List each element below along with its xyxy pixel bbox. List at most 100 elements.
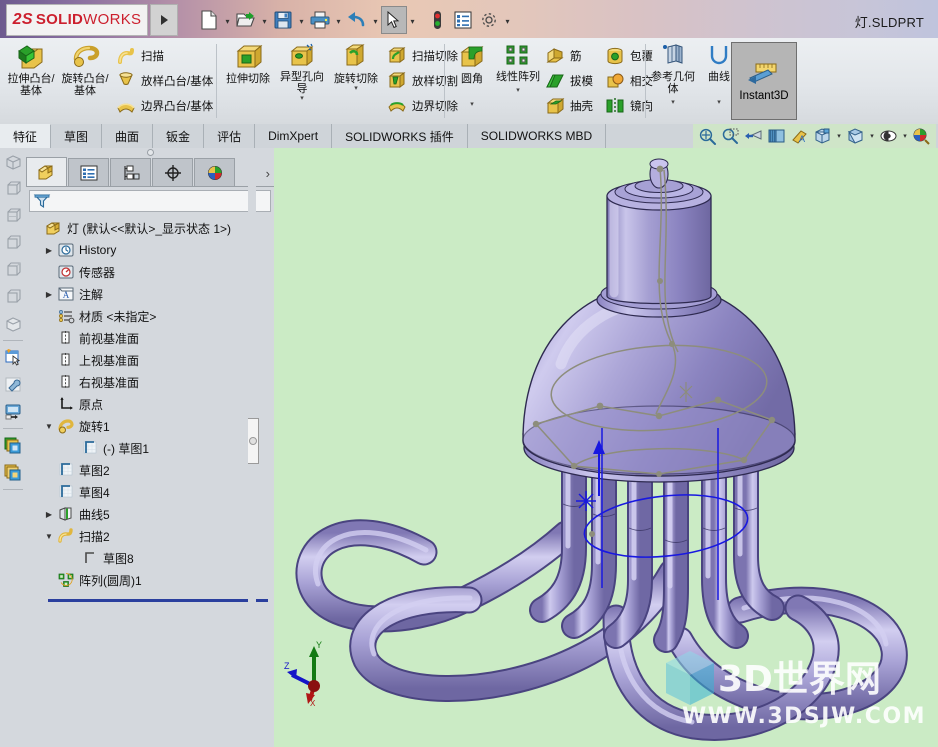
fillet-button[interactable]: 圆角 ▾ bbox=[449, 41, 495, 119]
rail-display-state-6[interactable] bbox=[0, 283, 26, 310]
select-tool-button[interactable] bbox=[381, 6, 407, 34]
tab-sheetmetal[interactable]: 钣金 bbox=[153, 124, 205, 148]
save-document-button[interactable] bbox=[270, 6, 296, 34]
display-style-button[interactable] bbox=[811, 125, 834, 147]
rail-tools-wrench[interactable] bbox=[0, 371, 26, 398]
hole-wizard-dropdown[interactable]: ▾ bbox=[300, 95, 304, 102]
extrude-cut-button[interactable]: 拉伸切除 bbox=[221, 41, 275, 119]
manager-tabs-more-button[interactable]: › bbox=[266, 166, 270, 181]
display-manager-tab[interactable] bbox=[194, 158, 235, 186]
rollback-bar[interactable] bbox=[48, 599, 268, 602]
tree-item-sketch4[interactable]: 草图4 bbox=[30, 481, 274, 503]
expander-expanded[interactable]: ▼ bbox=[42, 532, 56, 541]
rail-display-state-3[interactable] bbox=[0, 202, 26, 229]
rib-button[interactable]: 筋 bbox=[541, 43, 597, 68]
hole-wizard-button[interactable]: 异型孔向导 ▾ bbox=[275, 41, 329, 119]
property-manager-tab[interactable] bbox=[68, 158, 109, 186]
tree-item-sketch2[interactable]: 草图2 bbox=[30, 459, 274, 481]
mirror-button[interactable]: 镜向 bbox=[601, 93, 657, 118]
new-document-button[interactable] bbox=[196, 6, 222, 34]
rail-new-selection[interactable] bbox=[0, 344, 26, 371]
rail-display-state-5[interactable] bbox=[0, 256, 26, 283]
print-document-button[interactable] bbox=[307, 6, 333, 34]
tree-item-top-plane[interactable]: 上视基准面 bbox=[30, 349, 274, 371]
panel-grip[interactable] bbox=[26, 148, 274, 156]
tree-item-sketch1[interactable]: (-) 草图1 bbox=[30, 437, 274, 459]
instant3d-button[interactable]: Instant3D bbox=[731, 42, 797, 120]
tree-item-part-root[interactable]: 灯 (默认<<默认>_显示状态 1>) bbox=[30, 217, 274, 239]
revolve-cut-button[interactable]: 旋转切除 ▾ bbox=[329, 41, 383, 119]
curves-dropdown[interactable]: ▾ bbox=[717, 99, 721, 106]
rail-tile-windows-1[interactable] bbox=[0, 432, 26, 459]
menu-expand-button[interactable] bbox=[150, 4, 178, 36]
sweep-button[interactable]: 扫描 bbox=[112, 43, 217, 68]
options-list-button[interactable] bbox=[450, 6, 476, 34]
linear-pattern-button[interactable]: 线性阵列 ▾ bbox=[495, 41, 541, 119]
reference-geometry-dropdown[interactable]: ▾ bbox=[671, 99, 675, 106]
reference-geometry-button[interactable]: 参考几何体 ▾ bbox=[650, 41, 696, 119]
save-document-caret[interactable]: ▾ bbox=[296, 6, 307, 34]
tree-item-sensors[interactable]: 传感器 bbox=[30, 261, 274, 283]
tab-sketch[interactable]: 草图 bbox=[51, 124, 103, 148]
print-document-caret[interactable]: ▾ bbox=[333, 6, 344, 34]
undo-caret[interactable]: ▾ bbox=[370, 6, 381, 34]
tab-sw-addins[interactable]: SOLIDWORKS 插件 bbox=[332, 124, 468, 148]
expander-collapsed[interactable]: ▶ bbox=[42, 290, 56, 299]
zoom-to-area-button[interactable] bbox=[719, 125, 742, 147]
tree-item-sweep2[interactable]: ▼ 扫描2 bbox=[30, 525, 274, 547]
expander-expanded[interactable]: ▼ bbox=[42, 422, 56, 431]
tree-item-material[interactable]: 材质 <未指定> bbox=[30, 305, 274, 327]
rail-tile-windows-2[interactable] bbox=[0, 459, 26, 486]
tab-sw-mbd[interactable]: SOLIDWORKS MBD bbox=[467, 124, 607, 148]
display-style-caret[interactable]: ▾ bbox=[834, 125, 844, 147]
feature-manager-tab[interactable] bbox=[26, 157, 67, 186]
panel-collapse-handle[interactable] bbox=[248, 418, 259, 464]
configuration-manager-tab[interactable] bbox=[110, 158, 151, 186]
view-settings-button[interactable] bbox=[844, 125, 867, 147]
dimxpert-manager-tab[interactable] bbox=[152, 158, 193, 186]
tree-filter-input[interactable] bbox=[54, 193, 270, 209]
tree-item-curve5[interactable]: ▶ 曲线5 bbox=[30, 503, 274, 525]
rebuild-button[interactable] bbox=[424, 6, 450, 34]
select-tool-caret[interactable]: ▾ bbox=[407, 6, 418, 34]
undo-button[interactable] bbox=[344, 6, 370, 34]
open-document-button[interactable] bbox=[233, 6, 259, 34]
wrap-button[interactable]: 包覆 bbox=[601, 43, 657, 68]
tree-item-front-plane[interactable]: 前视基准面 bbox=[30, 327, 274, 349]
tree-item-origin[interactable]: 原点 bbox=[30, 393, 274, 415]
view-settings-caret[interactable]: ▾ bbox=[867, 125, 877, 147]
view-orientation-button[interactable]: A bbox=[788, 125, 811, 147]
section-view-button[interactable] bbox=[765, 125, 788, 147]
extrude-boss-button[interactable]: 拉伸凸台/基体 bbox=[4, 41, 58, 119]
zoom-to-fit-button[interactable] bbox=[696, 125, 719, 147]
fillet-dropdown[interactable]: ▾ bbox=[470, 101, 474, 108]
tree-filter-bar[interactable] bbox=[29, 190, 271, 212]
tree-item-history[interactable]: ▶ History bbox=[30, 239, 274, 261]
hide-show-items-button[interactable] bbox=[877, 125, 900, 147]
tree-item-circular-pattern1[interactable]: 阵列(圆周)1 bbox=[30, 569, 274, 591]
revolve-cut-dropdown[interactable]: ▾ bbox=[354, 85, 358, 92]
rail-display-state-2[interactable] bbox=[0, 175, 26, 202]
revolve-boss-button[interactable]: 旋转凸台/基体 bbox=[58, 41, 112, 119]
tree-item-annotations[interactable]: ▶ A 注解 bbox=[30, 283, 274, 305]
tab-evaluate[interactable]: 评估 bbox=[204, 124, 256, 148]
boundary-boss-button[interactable]: 边界凸台/基体 bbox=[112, 93, 217, 118]
tab-surfaces[interactable]: 曲面 bbox=[102, 124, 154, 148]
rail-display-state-1[interactable] bbox=[0, 148, 26, 175]
tree-item-sketch8[interactable]: 草图8 bbox=[30, 547, 274, 569]
shell-button[interactable]: 抽壳 bbox=[541, 93, 597, 118]
open-document-caret[interactable]: ▾ bbox=[259, 6, 270, 34]
apply-scene-button[interactable] bbox=[910, 125, 933, 147]
rail-display-state-4[interactable] bbox=[0, 229, 26, 256]
expander-collapsed[interactable]: ▶ bbox=[42, 246, 56, 255]
options-gear-caret[interactable]: ▾ bbox=[502, 6, 513, 34]
tab-features[interactable]: 特征 bbox=[0, 124, 52, 148]
rail-display-state-7[interactable] bbox=[0, 310, 26, 337]
tree-item-right-plane[interactable]: 右视基准面 bbox=[30, 371, 274, 393]
loft-boss-button[interactable]: 放样凸台/基体 bbox=[112, 68, 217, 93]
previous-view-button[interactable] bbox=[742, 125, 765, 147]
rail-screen-capture[interactable] bbox=[0, 398, 26, 425]
draft-button[interactable]: 拔模 bbox=[541, 68, 597, 93]
linear-pattern-dropdown[interactable]: ▾ bbox=[516, 87, 520, 94]
tree-item-revolve1[interactable]: ▼ 旋转1 bbox=[30, 415, 274, 437]
